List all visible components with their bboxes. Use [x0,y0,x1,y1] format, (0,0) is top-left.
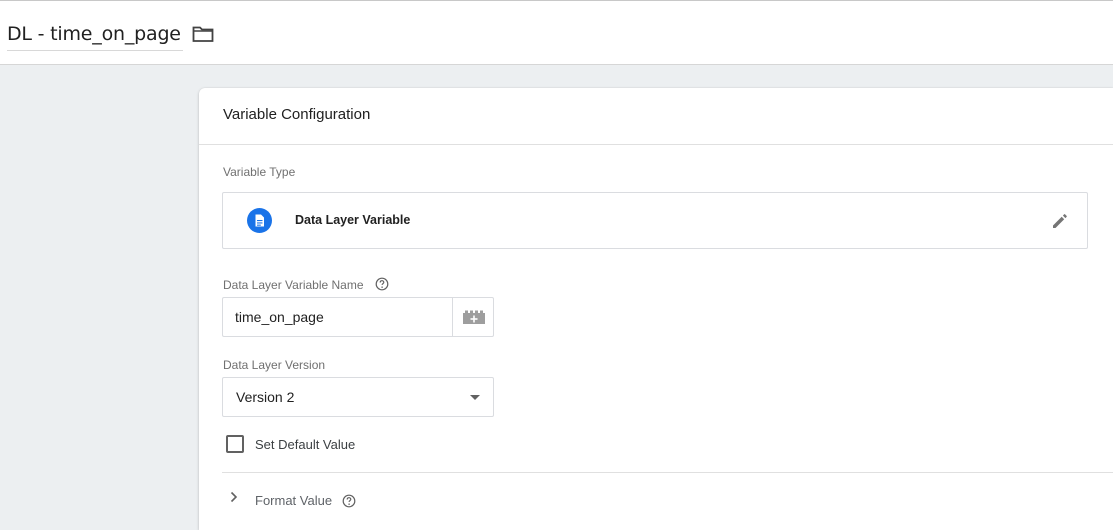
help-icon[interactable] [342,494,356,508]
data-layer-variable-name-label: Data Layer Variable Name [223,278,364,292]
folder-icon[interactable] [192,25,214,43]
selected-version: Version 2 [236,389,295,405]
help-icon[interactable] [375,277,389,291]
divider [199,144,1113,145]
top-bar: DL - time_on_page [0,0,1113,65]
format-value-toggle[interactable]: Format Value [255,493,332,508]
document-icon [247,208,272,233]
variable-type-label: Variable Type [223,165,296,179]
dropdown-arrow-icon [470,395,480,400]
data-layer-variable-name-input[interactable] [222,297,452,337]
set-default-value-label[interactable]: Set Default Value [255,437,355,452]
data-layer-version-label: Data Layer Version [223,358,326,372]
pencil-icon[interactable] [1050,211,1070,231]
variable-picker-button[interactable] [452,297,494,337]
variable-type-selector[interactable]: Data Layer Variable [222,192,1088,249]
set-default-value-checkbox[interactable] [226,435,244,453]
variable-configuration-card: Variable Configuration Variable Type Dat… [199,88,1113,530]
variable-picker-icon [463,310,485,324]
data-layer-version-select[interactable]: Version 2 [222,377,494,417]
divider [222,472,1113,473]
card-title: Variable Configuration [223,106,371,123]
page-title[interactable]: DL - time_on_page [7,23,181,45]
variable-type-name: Data Layer Variable [295,213,411,227]
chevron-right-icon[interactable] [229,491,239,503]
variable-name-field[interactable]: DL - time_on_page [7,21,183,51]
